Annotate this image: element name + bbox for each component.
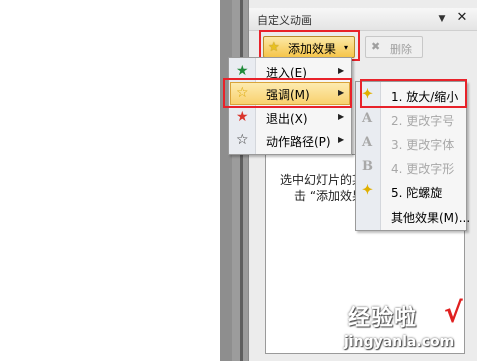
pane-close-button[interactable]: ✕: [455, 11, 469, 25]
submenu-item-more-effects[interactable]: 其他效果(M)...: [357, 205, 470, 228]
highlight-box-emphasis: [223, 78, 352, 108]
chevron-right-icon: ▶: [338, 135, 345, 144]
highlight-box-grow-shrink: [360, 79, 467, 108]
watermark: 经验啦 √ jingyanla.com: [340, 296, 477, 361]
delete-label: 删除: [390, 43, 412, 56]
slide-canvas[interactable]: [0, 0, 220, 361]
submenu-item-label: 4. 更改字形: [391, 162, 455, 176]
submenu-item-font[interactable]: A 3. 更改字体: [357, 132, 466, 155]
menu-item-exit[interactable]: ★ 退出(X) ▶: [230, 106, 350, 129]
list-hint-line1: 选中幻灯片的某: [280, 173, 365, 187]
check-icon: √: [444, 296, 463, 329]
workspace-gutter: [220, 0, 232, 361]
font-size-icon: A: [362, 111, 373, 126]
submenu-item-font-style[interactable]: B 4. 更改字形: [357, 156, 466, 179]
submenu-item-label: 2. 更改字号: [391, 114, 455, 128]
list-hint-line2: 击 “添加效果: [294, 189, 365, 203]
splitter-bar[interactable]: [240, 0, 243, 361]
entrance-star-icon: ★: [236, 63, 249, 79]
spin-icon: ✦: [362, 183, 373, 198]
watermark-url: jingyanla.com: [344, 334, 455, 350]
pane-header: 自定义动画 ▼ ✕: [249, 8, 477, 31]
chevron-right-icon: ▶: [338, 112, 345, 121]
pane-title: 自定义动画: [257, 14, 312, 27]
delete-icon: ✖: [371, 40, 381, 53]
pane-options-button[interactable]: ▼: [435, 12, 449, 26]
submenu-item-label: 5. 陀螺旋: [391, 186, 443, 200]
submenu-item-label: 其他效果(M)...: [391, 211, 471, 225]
motion-path-star-icon: ☆: [236, 132, 249, 148]
chevron-right-icon: ▶: [338, 66, 345, 75]
font-style-icon: B: [362, 159, 373, 174]
exit-star-icon: ★: [236, 109, 249, 125]
submenu-item-spin[interactable]: ✦ 5. 陀螺旋: [357, 180, 466, 203]
submenu-item-font-size[interactable]: A 2. 更改字号: [357, 108, 466, 131]
font-icon: A: [362, 135, 373, 150]
submenu-item-label: 3. 更改字体: [391, 138, 455, 152]
menu-item-label: 动作路径(P): [266, 135, 331, 149]
delete-button[interactable]: ✖ 删除: [365, 36, 423, 58]
watermark-text: 经验啦: [348, 306, 418, 331]
menu-item-motion-path[interactable]: ☆ 动作路径(P) ▶: [230, 129, 350, 152]
menu-item-label: 退出(X): [266, 112, 308, 126]
